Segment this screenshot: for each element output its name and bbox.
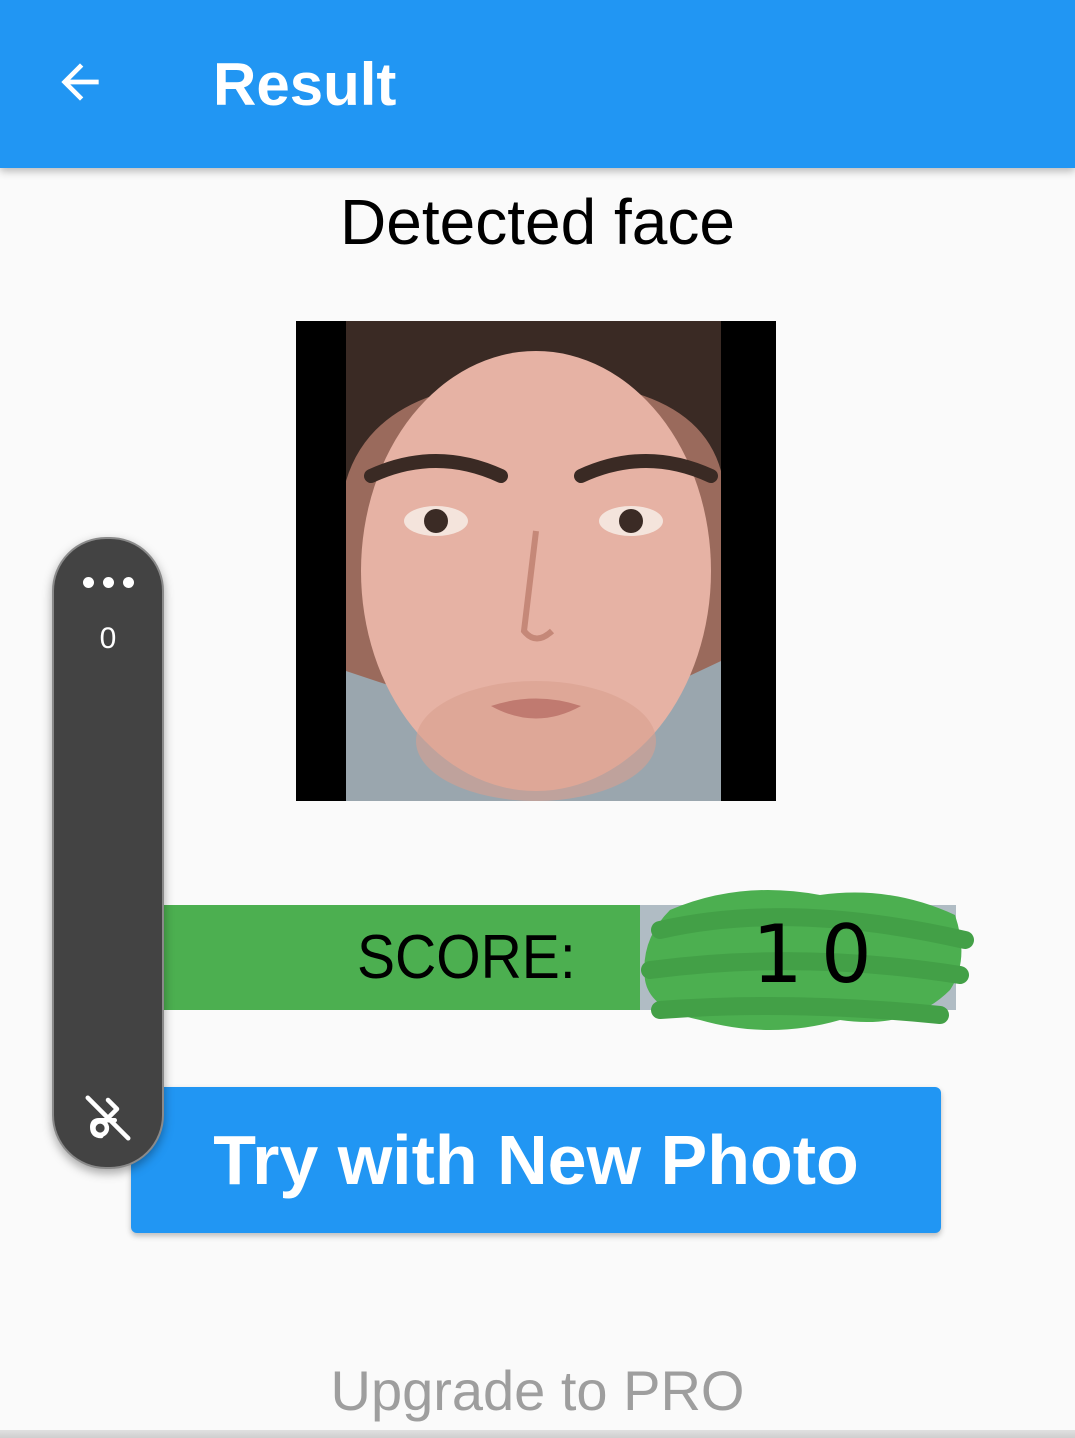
face-photo [296,321,776,801]
pointer-off-icon[interactable] [81,1091,135,1145]
score-value: 10 [752,908,890,1001]
upgrade-to-pro-link[interactable]: Upgrade to PRO [0,1356,1075,1426]
arrow-left-icon [61,63,99,101]
bottom-edge [0,1430,1075,1438]
back-button[interactable] [40,42,120,122]
face-illustration [296,321,776,801]
app-bar: Result [0,0,1075,168]
page-title: Result [213,51,397,118]
section-title: Detected face [340,186,735,258]
more-horizontal-icon[interactable] [54,577,162,588]
panel-count: 0 [99,622,117,655]
score-label: SCORE: [357,923,576,992]
floating-tool-panel[interactable]: 0 [52,537,164,1169]
try-new-photo-button[interactable]: Try with New Photo [131,1087,941,1233]
